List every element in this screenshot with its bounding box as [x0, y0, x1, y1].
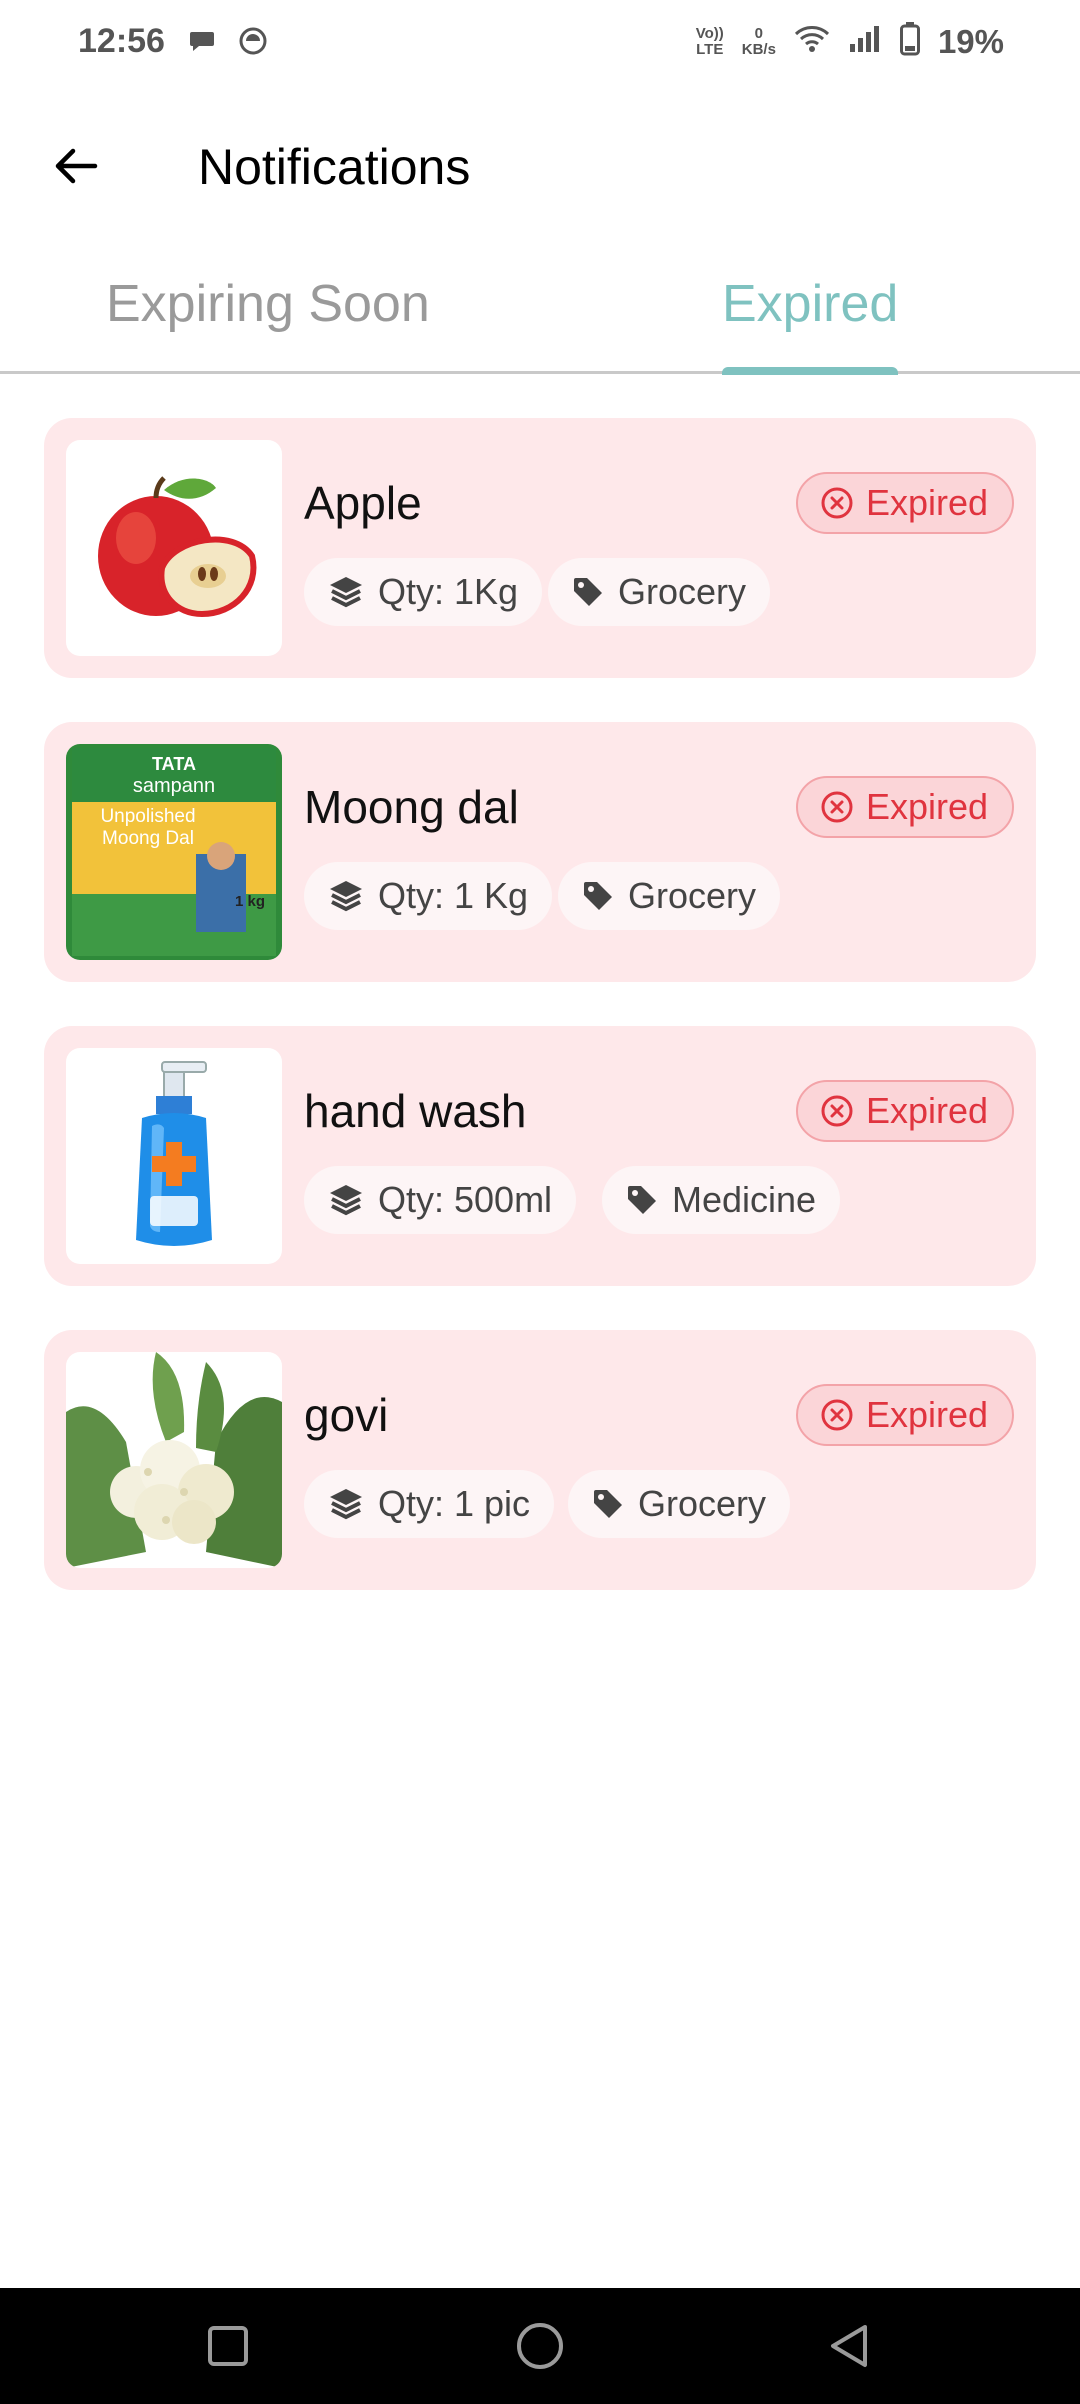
item-name: govi [304, 1389, 389, 1441]
home-button[interactable] [508, 2314, 572, 2378]
android-head-icon [238, 26, 268, 61]
pack-brand: sampann [133, 775, 215, 797]
back-button[interactable] [44, 134, 108, 198]
pack-brand-top: TATA [152, 754, 196, 774]
close-circle-icon [821, 487, 853, 519]
item-name: hand wash [304, 1085, 527, 1137]
notification-card-hand-wash[interactable]: hand wash Expired Qty: 500ml Medicine [44, 1026, 1036, 1286]
system-nav-bar [0, 2288, 1080, 2404]
network-speed: 0 KB/s [741, 24, 776, 58]
active-tab-indicator [722, 367, 898, 375]
quantity-label: Qty: 1 pic [378, 1483, 531, 1524]
expired-badge: Expired [795, 1384, 1014, 1446]
notification-card-moong-dal[interactable]: TATA sampann Unpolished Moong Dal 1 kg M… [44, 722, 1036, 982]
tag-icon [584, 882, 612, 910]
quantity-label: Qty: 1 Kg [378, 875, 529, 916]
category-chip: Medicine [602, 1166, 841, 1234]
expired-badge: Expired [795, 776, 1014, 838]
item-image-apple [66, 440, 282, 656]
close-circle-icon [821, 1095, 853, 1127]
item-image-moong-dal: TATA sampann Unpolished Moong Dal 1 kg [66, 744, 282, 960]
notification-card-govi[interactable]: govi Expired Qty: 1 pic Grocery [44, 1330, 1036, 1590]
category-chip: Grocery [548, 558, 771, 626]
item-name: Moong dal [304, 781, 519, 833]
expired-badge: Expired [795, 472, 1014, 534]
notification-card-apple[interactable]: Apple Expired Qty: 1Kg Grocery [44, 418, 1036, 678]
page-title: Notifications [198, 139, 471, 195]
tag-icon [574, 578, 602, 606]
app-bar: Notifications [0, 110, 1080, 220]
expired-badge: Expired [795, 1080, 1014, 1142]
expired-badge-label: Expired [865, 1090, 988, 1131]
notifications-screen: 12:56 Vo)) LTE 0 KB/s 19% Notifications … [0, 0, 1080, 2404]
recents-icon [208, 2326, 248, 2366]
layers-icon [330, 1185, 362, 1216]
category-chip: Grocery [568, 1470, 791, 1538]
pack-line2: Moong Dal [102, 828, 194, 849]
item-image-cauliflower [66, 1352, 282, 1568]
home-icon [517, 2323, 563, 2369]
quantity-chip: Qty: 1 Kg [304, 862, 553, 930]
status-notification-icons [188, 26, 268, 61]
pack-weight: 1 kg [235, 893, 265, 910]
item-image-hand-wash [66, 1048, 282, 1264]
close-circle-icon [821, 1399, 853, 1431]
expired-badge-label: Expired [865, 786, 988, 827]
battery-percent: 19% [937, 22, 1004, 60]
message-icon [188, 27, 216, 60]
wifi-icon [794, 24, 830, 59]
quantity-label: Qty: 1Kg [378, 571, 519, 612]
tab-bar: Expiring Soon Expired [0, 250, 1080, 375]
quantity-label: Qty: 500ml [378, 1179, 553, 1220]
volte-indicator: Vo)) LTE [695, 24, 724, 58]
tag-icon [594, 1490, 622, 1518]
tag-icon [628, 1186, 656, 1214]
category-label: Medicine [672, 1179, 817, 1220]
expired-badge-label: Expired [865, 1394, 988, 1435]
status-time: 12:56 [78, 22, 165, 60]
expired-badge-label: Expired [865, 482, 988, 523]
signal-icon [848, 24, 882, 59]
recents-button[interactable] [196, 2314, 260, 2378]
quantity-chip: Qty: 1Kg [304, 558, 543, 626]
back-triangle-icon [831, 2325, 867, 2367]
tab-expiring-soon[interactable]: Expiring Soon [106, 274, 430, 334]
layers-icon [330, 1489, 362, 1520]
category-chip: Grocery [558, 862, 781, 930]
tab-expired[interactable]: Expired [722, 274, 898, 334]
status-system-icons: Vo)) LTE 0 KB/s 19% [696, 22, 1004, 61]
arrow-left-icon [55, 148, 98, 184]
item-name: Apple [304, 477, 422, 529]
battery-icon [899, 22, 920, 61]
quantity-chip: Qty: 1 pic [304, 1470, 555, 1538]
quantity-chip: Qty: 500ml [304, 1166, 577, 1234]
layers-icon [330, 881, 362, 912]
close-circle-icon [821, 791, 853, 823]
status-bar: 12:56 Vo)) LTE 0 KB/s 19% [0, 0, 1080, 90]
pack-line1: Unpolished [100, 806, 195, 827]
category-label: Grocery [628, 875, 757, 916]
category-label: Grocery [618, 571, 747, 612]
layers-icon [330, 577, 362, 608]
category-label: Grocery [638, 1483, 767, 1524]
back-nav-button[interactable] [818, 2314, 882, 2378]
